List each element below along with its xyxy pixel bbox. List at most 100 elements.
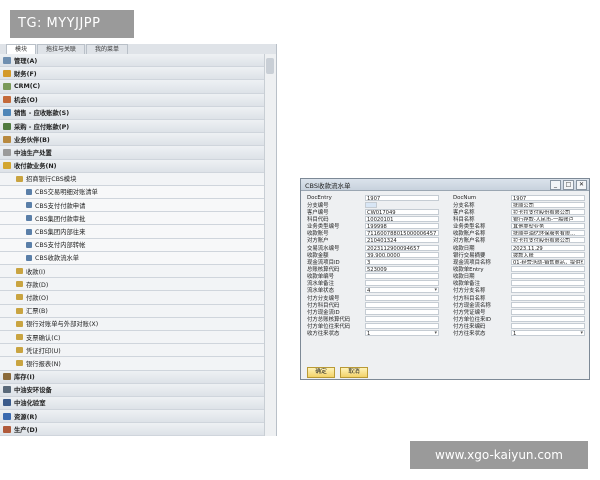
tree-item[interactable]: 收款(I)	[0, 265, 264, 279]
tree-item[interactable]: 中油安环设备	[0, 383, 264, 397]
minimize-icon[interactable]: _	[550, 179, 561, 190]
cancel-button[interactable]: 取消	[340, 367, 368, 378]
tree-item[interactable]: CBS收款流水单	[0, 251, 264, 265]
maximize-icon[interactable]: □	[563, 179, 574, 190]
field-select[interactable]: 1	[511, 330, 585, 337]
tree-item[interactable]: 财务(F)	[0, 67, 264, 81]
field-input[interactable]	[511, 273, 585, 280]
form-left-column: DocEntry 1907 分支编号 客户编号 CW017049 科目代码 10020101…	[307, 194, 443, 337]
tree-item[interactable]: 收付款业务(N)	[0, 159, 264, 173]
purchase-icon	[3, 122, 11, 130]
folder-icon	[16, 175, 23, 182]
field-input[interactable]: 其他类型业务	[511, 223, 585, 230]
tree-item[interactable]: 支票确认(C)	[0, 330, 264, 345]
field-input[interactable]	[511, 308, 585, 315]
field-input[interactable]	[365, 273, 439, 280]
tree-item[interactable]: 资源(R)	[0, 410, 264, 424]
tree-item[interactable]: CBS集团付款审批	[0, 212, 264, 226]
field-input[interactable]	[511, 323, 585, 330]
opportunity-icon	[3, 96, 11, 104]
tree-item[interactable]: 销售 - 应收账款(S)	[0, 106, 264, 120]
field-input[interactable]	[511, 301, 585, 308]
field-input[interactable]	[365, 280, 439, 287]
tree-item-label: 支票确认(C)	[26, 334, 61, 342]
tree-item-label: 银行报表(N)	[26, 360, 61, 368]
tree-item[interactable]: 付款(O)	[0, 291, 264, 305]
tree-item[interactable]: 招商银行CBS模块	[0, 172, 264, 186]
field-input[interactable]: 523009	[365, 265, 439, 272]
field-input[interactable]: 拉卡拉支付股份有限公司	[511, 208, 585, 215]
folder-icon	[16, 294, 23, 301]
field-input[interactable]	[365, 323, 439, 330]
tree-item[interactable]: 业务伙伴(B)	[0, 133, 264, 147]
field-input[interactable]: 1907	[365, 194, 439, 201]
field-select[interactable]: 01-经营活动-销售商品，提供...	[511, 258, 585, 265]
field-input[interactable]: 711600788015000006457	[365, 230, 439, 237]
tree-item-label: 管理(A)	[14, 57, 38, 65]
ok-button[interactable]: 确定	[307, 367, 335, 378]
field-input[interactable]	[365, 308, 439, 315]
field-input[interactable]: 拉卡拉支付股份有限公司	[511, 237, 585, 244]
tree-item[interactable]: CBS支付内部转帐	[0, 238, 264, 252]
tree-item[interactable]: 生产(D)	[0, 423, 264, 436]
field-input[interactable]: 2023.11.29	[511, 244, 585, 251]
tree-item[interactable]: CBS集团内部往来	[0, 225, 264, 239]
field-input[interactable]: 1907	[511, 194, 585, 201]
field-input[interactable]	[511, 265, 585, 272]
lab-icon	[3, 399, 11, 407]
tree-item[interactable]: 机会(O)	[0, 93, 264, 107]
tree-item[interactable]: 库存(I)	[0, 370, 264, 384]
field-input[interactable]	[365, 201, 377, 208]
tree-item[interactable]: CBS交易明细对账清单	[0, 185, 264, 200]
field-input[interactable]: 拨款入账	[511, 251, 585, 258]
tree-item[interactable]: 凭证打印(U)	[0, 344, 264, 358]
tree-item[interactable]: CRM(C)	[0, 80, 264, 94]
tab-drag-relate[interactable]: 拖拉与关联	[37, 44, 86, 54]
tree-item[interactable]: 中油化验室	[0, 396, 264, 411]
tree-item[interactable]: 管理(A)	[0, 54, 264, 68]
tree-item[interactable]: 银行报表(N)	[0, 357, 264, 371]
field-input[interactable]	[365, 301, 439, 308]
equipment-icon	[3, 386, 11, 394]
tree-item[interactable]: 中油生产处置	[0, 146, 264, 160]
tree-item[interactable]: 银行对账单与外部对账(X)	[0, 317, 264, 331]
tree-item[interactable]: 采购 - 应付账款(P)	[0, 119, 264, 134]
tree-item[interactable]: 汇票(B)	[0, 304, 264, 318]
field-input[interactable]: 抚顺公司	[511, 201, 585, 208]
field-input[interactable]: 199998	[365, 223, 439, 230]
field-input[interactable]	[511, 315, 585, 322]
field-input[interactable]: 10020101	[365, 215, 439, 222]
tree-item-label: 业务伙伴(B)	[14, 136, 50, 144]
field-input[interactable]: 抚顺中油忆环保服务有限...	[511, 230, 585, 237]
field-input[interactable]	[365, 315, 439, 322]
tab-my-menu[interactable]: 我的菜单	[86, 44, 129, 54]
field-label: 付方往来状态	[453, 331, 486, 338]
field-select[interactable]: 4	[365, 287, 439, 294]
field-input[interactable]: 3	[365, 258, 439, 265]
dialog-titlebar[interactable]: CBS收款流水单 _ □ ✕	[301, 179, 589, 191]
field-select[interactable]: 1	[365, 330, 439, 337]
field-input[interactable]	[365, 294, 439, 301]
field-input[interactable]: 2023112900094657	[365, 244, 439, 251]
field-input[interactable]	[511, 280, 585, 287]
field-input[interactable]	[511, 287, 585, 294]
folder-icon	[16, 307, 23, 314]
tree-item-label: 财务(F)	[14, 70, 37, 78]
field-input[interactable]: 39,900.0000	[365, 251, 439, 258]
inventory-icon	[3, 373, 11, 381]
tree-scrollbar[interactable]	[264, 54, 276, 436]
scroll-thumb[interactable]	[266, 58, 274, 74]
production2-icon	[3, 425, 11, 433]
tree-item-label: 采购 - 应付账款(P)	[14, 123, 70, 131]
field-input[interactable]: 银行存款-人民币-一般账户	[511, 215, 585, 222]
field-input[interactable]: 210401324	[365, 237, 439, 244]
tab-modules[interactable]: 模块	[6, 44, 37, 54]
tree-item[interactable]: 存款(D)	[0, 278, 264, 292]
tree-item[interactable]: CBS支付付款申请	[0, 199, 264, 213]
close-icon[interactable]: ✕	[576, 179, 587, 190]
watermark-top: TG: MYYJJPP	[10, 10, 134, 38]
field-input[interactable]: CW017049	[365, 208, 439, 215]
folder-icon	[16, 320, 23, 327]
field-input[interactable]	[511, 294, 585, 301]
payment-icon	[3, 162, 11, 170]
